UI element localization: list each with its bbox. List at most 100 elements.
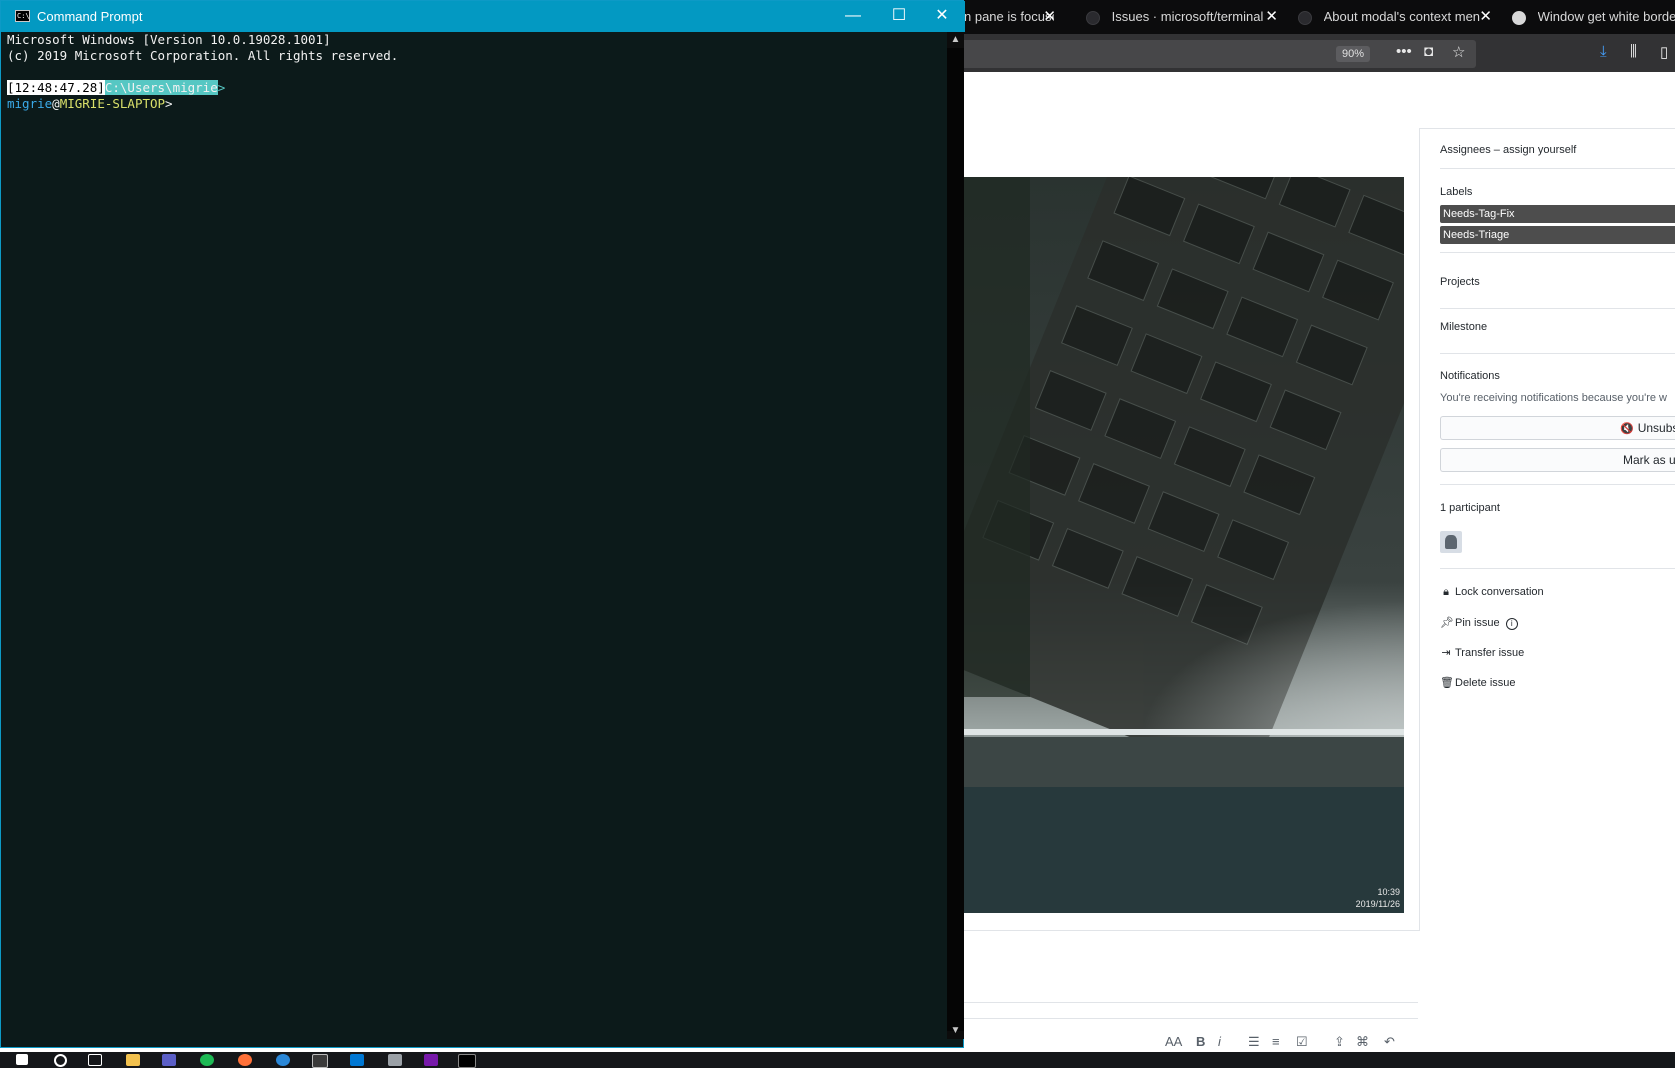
browser-tab-about-modal[interactable]: About modal's context menu ✕ xyxy=(1290,0,1500,34)
pin-issue-action[interactable]: 📌︎Pin issue i xyxy=(1440,616,1518,630)
tab-title: About modal's context menu xyxy=(1323,9,1480,24)
at-sign: @ xyxy=(52,96,60,111)
upload-icon[interactable]: ⇪ xyxy=(1334,1034,1345,1050)
transfer-issue-action[interactable]: ⇥ Transfer issue xyxy=(1440,646,1524,659)
outlook-icon[interactable] xyxy=(350,1054,364,1066)
notifications-reason: You're receiving notifications because y… xyxy=(1440,392,1667,404)
milestone-heading[interactable]: Milestone xyxy=(1440,321,1487,333)
unsubscribe-label: Unsubs xyxy=(1637,421,1675,435)
mark-as-unread-button[interactable]: Mark as ur xyxy=(1440,448,1675,472)
pocket-icon[interactable]: ◘ xyxy=(1424,43,1433,60)
console-output[interactable]: Microsoft Windows [Version 10.0.19028.10… xyxy=(7,32,947,1039)
username: migrie xyxy=(7,96,53,111)
close-icon[interactable]: ✕ xyxy=(1479,0,1492,34)
console-line-version: Microsoft Windows [Version 10.0.19028.10… xyxy=(7,32,331,47)
prompt-arrow: > xyxy=(217,80,226,95)
participants-heading: 1 participant xyxy=(1440,502,1500,514)
divider xyxy=(1440,484,1675,485)
avatar-figure xyxy=(1445,535,1457,549)
close-icon[interactable]: ✕ xyxy=(919,1,965,32)
maps-icon[interactable] xyxy=(276,1054,290,1066)
task-view-icon[interactable] xyxy=(88,1054,102,1066)
assignees-heading[interactable]: Assignees – assign yourself xyxy=(1440,144,1576,156)
divider xyxy=(1440,353,1675,354)
prompt-symbol: > xyxy=(165,96,173,111)
bullet-list-icon[interactable]: ☰ xyxy=(1248,1034,1260,1050)
windows-start-icon[interactable] xyxy=(16,1054,28,1065)
task-list-icon[interactable]: ☑ xyxy=(1296,1034,1308,1050)
command-prompt-window[interactable]: C:\ Command Prompt — ☐ ✕ Microsoft Windo… xyxy=(0,0,965,1048)
github-icon xyxy=(1298,10,1312,25)
library-icon[interactable]: ⫼ xyxy=(1630,43,1637,60)
participant-avatar[interactable] xyxy=(1440,531,1462,553)
tab-title: Issues · microsoft/terminal xyxy=(1111,9,1264,24)
pin-label: Pin issue xyxy=(1455,617,1500,629)
console-line-user-prompt: migrie@MIGRIE-SLAPTOP> xyxy=(7,96,947,112)
delete-label: Delete issue xyxy=(1455,677,1516,689)
search-icon[interactable] xyxy=(54,1054,67,1067)
unsubscribe-button[interactable]: 🔇 Unsubs xyxy=(1440,416,1675,440)
cmd-titlebar[interactable]: C:\ Command Prompt — ☐ ✕ xyxy=(1,1,965,32)
github-icon xyxy=(1512,10,1526,25)
bold-icon[interactable]: B xyxy=(1196,1034,1205,1049)
github-icon xyxy=(1086,10,1100,25)
cmd-app-icon: C:\ xyxy=(15,10,30,22)
divider xyxy=(1440,568,1675,569)
zoom-level-badge[interactable]: 90% xyxy=(1336,46,1370,62)
projects-heading[interactable]: Projects xyxy=(1440,276,1480,288)
mute-icon: 🔇 xyxy=(1620,423,1634,435)
lock-label: Lock conversation xyxy=(1455,586,1544,598)
label-needs-tag-fix[interactable]: Needs-Tag-Fix xyxy=(1440,205,1675,223)
divider xyxy=(1440,168,1675,169)
browser-tab-pane-focus[interactable]: n pane is focuse ✕ xyxy=(964,0,1064,34)
info-icon[interactable]: i xyxy=(1505,618,1518,630)
labels-heading[interactable]: Labels xyxy=(1440,186,1472,198)
command-prompt-taskbar-icon[interactable] xyxy=(458,1054,476,1068)
scroll-up-icon[interactable]: ▲ xyxy=(947,34,964,45)
italic-icon[interactable]: i xyxy=(1218,1034,1221,1049)
console-line-copyright: (c) 2019 Microsoft Corporation. All righ… xyxy=(7,48,399,63)
download-icon[interactable]: ⤓ xyxy=(1600,43,1607,60)
pin-icon: 📌︎ xyxy=(1440,617,1454,629)
trash-icon: 🗑︎ xyxy=(1440,677,1454,689)
close-icon[interactable]: ✕ xyxy=(1265,0,1278,34)
sidebar-toggle-icon[interactable]: ▯ xyxy=(1660,43,1668,61)
close-icon[interactable]: ✕ xyxy=(1043,0,1056,34)
mail-icon[interactable] xyxy=(388,1054,402,1066)
minimize-icon[interactable]: — xyxy=(830,1,876,32)
mention-icon[interactable]: ⌘ xyxy=(1356,1034,1369,1050)
teams-icon[interactable] xyxy=(162,1054,176,1066)
numbered-list-icon[interactable]: ≡ xyxy=(1272,1034,1280,1049)
hostname: MIGRIE-SLAPTOP xyxy=(59,96,166,111)
lock-icon: 🔒︎ xyxy=(1443,586,1449,598)
spotify-icon[interactable] xyxy=(200,1054,214,1066)
cmd-scrollbar-thumb[interactable] xyxy=(947,48,964,1031)
delete-issue-action[interactable]: 🗑︎Delete issue xyxy=(1440,676,1516,689)
file-explorer-icon[interactable] xyxy=(126,1054,140,1066)
label-needs-triage[interactable]: Needs-Triage xyxy=(1440,226,1675,244)
tab-title: n pane is focuse xyxy=(964,9,1054,24)
terminal-icon[interactable] xyxy=(312,1054,328,1068)
cmd-window-title: Command Prompt xyxy=(37,9,143,24)
maximize-icon[interactable]: ☐ xyxy=(876,1,922,32)
onenote-icon[interactable] xyxy=(424,1054,438,1066)
scroll-down-icon[interactable]: ▼ xyxy=(947,1025,964,1036)
lock-conversation-action[interactable]: 🔒︎ Lock conversation xyxy=(1440,586,1544,599)
photo-time: 10:39 xyxy=(1377,887,1400,897)
divider xyxy=(1440,252,1675,253)
tab-title: Window get white border v xyxy=(1537,9,1675,24)
bookmark-star-icon[interactable]: ☆ xyxy=(1452,43,1465,61)
reply-icon[interactable]: ↶ xyxy=(1384,1034,1395,1050)
timestamp: [12:48:47.28] xyxy=(7,80,105,95)
current-path: C:\Users\migrie xyxy=(104,80,218,95)
mark-label: Mark as ur xyxy=(1623,453,1675,467)
text-size-icon[interactable]: AA xyxy=(1165,1034,1182,1049)
console-line-prompt-path: [12:48:47.28]C:\Users\migrie> xyxy=(7,80,947,96)
more-actions-icon[interactable]: ••• xyxy=(1396,43,1412,60)
issue-sidebar: Assignees – assign yourself Labels Needs… xyxy=(1440,128,1675,728)
browser-tab-window-border[interactable]: Window get white border v xyxy=(1504,0,1675,34)
firefox-icon[interactable] xyxy=(238,1054,252,1066)
transfer-label: Transfer issue xyxy=(1455,647,1525,659)
browser-tab-issues[interactable]: Issues · microsoft/terminal ✕ xyxy=(1078,0,1286,34)
